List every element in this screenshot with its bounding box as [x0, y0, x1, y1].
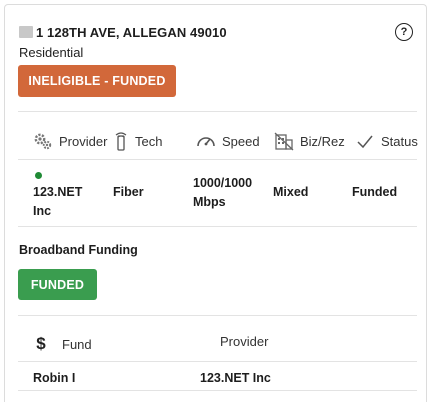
divider — [18, 226, 417, 227]
dollar-icon: $ — [36, 334, 46, 353]
header-label: Speed — [222, 133, 260, 149]
header-label: Provider — [59, 133, 108, 149]
cell-provider: 123.NET Inc — [33, 185, 83, 218]
status-indicator-dot — [35, 172, 42, 179]
cell-tech: Fiber — [113, 185, 144, 199]
header-label: Fund — [62, 336, 92, 352]
checkmark-icon — [357, 135, 373, 149]
header-label: Status — [381, 133, 418, 149]
cell-speed: 1000/1000 Mbps — [193, 176, 253, 209]
question-circle-icon[interactable]: ? — [395, 23, 413, 41]
address-row: 1 128TH AVE, ALLEGAN 49010 ? — [19, 23, 419, 45]
divider — [18, 315, 417, 316]
header-biz-rez: Biz/Rez — [273, 130, 345, 152]
header-status: Status — [356, 130, 418, 152]
header-fund-provider: Provider — [212, 334, 268, 349]
location-card: 1 128TH AVE, ALLEGAN 49010 ? Residential… — [4, 4, 427, 402]
header-label: Biz/Rez — [300, 133, 345, 149]
address-text: 1 128TH AVE, ALLEGAN 49010 — [36, 25, 227, 40]
cell-biz-rez: Mixed — [273, 185, 309, 199]
divider — [18, 111, 417, 112]
header-label: Provider — [220, 334, 269, 349]
header-tech: Tech — [113, 130, 162, 152]
header-label: Tech — [135, 133, 163, 149]
divider — [18, 159, 417, 160]
redacted-house-number — [19, 26, 33, 38]
cell-fund-provider: 123.NET Inc — [200, 371, 271, 385]
tower-antenna-icon — [115, 132, 127, 151]
header-provider: Provider — [32, 130, 107, 152]
cell-fund: Robin I — [33, 371, 76, 385]
broadband-funding-title: Broadband Funding — [19, 243, 138, 257]
header-fund: $ Fund — [34, 334, 92, 354]
header-speed: Speed — [195, 130, 260, 152]
speedometer-icon — [197, 137, 215, 147]
funded-button[interactable]: FUNDED — [18, 269, 97, 300]
cell-status: Funded — [352, 185, 398, 199]
divider — [18, 361, 417, 362]
ineligible-funded-button[interactable]: INELIGIBLE - FUNDED — [18, 65, 176, 97]
divider — [18, 390, 417, 391]
gears-icon — [34, 133, 52, 150]
building-icon — [274, 132, 294, 151]
location-type: Residential — [19, 45, 84, 60]
